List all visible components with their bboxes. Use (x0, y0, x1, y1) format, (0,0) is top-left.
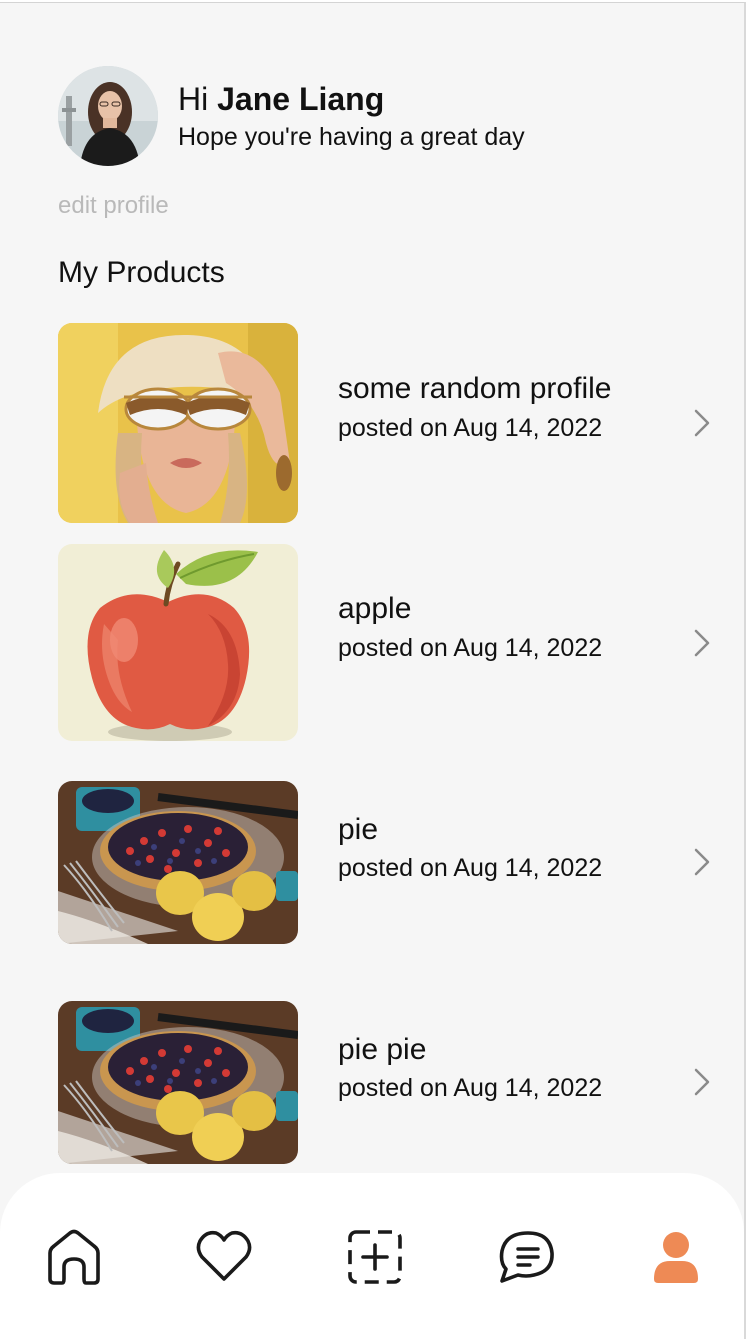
chevron-right-icon (692, 847, 712, 877)
product-image-woman-with-sunglasses (58, 323, 298, 523)
nav-home[interactable] (44, 1227, 104, 1287)
greeting: Hi Jane Liang (178, 80, 384, 118)
product-row[interactable]: apple posted on Aug 14, 2022 (58, 544, 718, 741)
product-image-berry-tart (58, 1001, 298, 1164)
product-name: pie (338, 813, 379, 846)
home-icon (48, 1229, 100, 1285)
chat-icon (499, 1231, 554, 1283)
profile-icon (654, 1232, 698, 1283)
product-row[interactable]: pie pie posted on Aug 14, 2022 (58, 1001, 718, 1164)
product-date: posted on Aug 14, 2022 (338, 854, 603, 882)
bottom-nav (0, 1173, 744, 1339)
product-name: apple (338, 592, 412, 625)
greeting-subtitle: Hope you're having a great day (178, 123, 525, 151)
product-date: posted on Aug 14, 2022 (338, 634, 603, 662)
product-image-red-apple (58, 544, 298, 741)
product-row[interactable]: some random profile posted on Aug 14, 20… (58, 323, 718, 523)
greeting-prefix: Hi (178, 81, 209, 117)
heart-icon (196, 1230, 252, 1281)
avatar[interactable] (58, 66, 158, 166)
nav-favorites[interactable] (194, 1227, 254, 1287)
profile-screen: Hi Jane Liang Hope you're having a great… (0, 2, 746, 1339)
edit-profile-link[interactable]: edit profile (58, 191, 169, 221)
chevron-right-icon (692, 1067, 712, 1097)
product-date: posted on Aug 14, 2022 (338, 414, 603, 442)
section-title: My Products (58, 256, 225, 289)
nav-add[interactable] (345, 1227, 405, 1287)
product-row[interactable]: pie posted on Aug 14, 2022 (58, 781, 718, 944)
chevron-right-icon (692, 408, 712, 438)
product-date: posted on Aug 14, 2022 (338, 1074, 603, 1102)
product-name: pie pie (338, 1033, 427, 1066)
user-name: Jane Liang (217, 81, 385, 117)
nav-messages[interactable] (496, 1227, 556, 1287)
nav-profile[interactable] (646, 1227, 706, 1287)
add-square-icon (348, 1230, 402, 1284)
product-image-berry-tart (58, 781, 298, 944)
product-name: some random profile (338, 372, 612, 405)
chevron-right-icon (692, 628, 712, 658)
